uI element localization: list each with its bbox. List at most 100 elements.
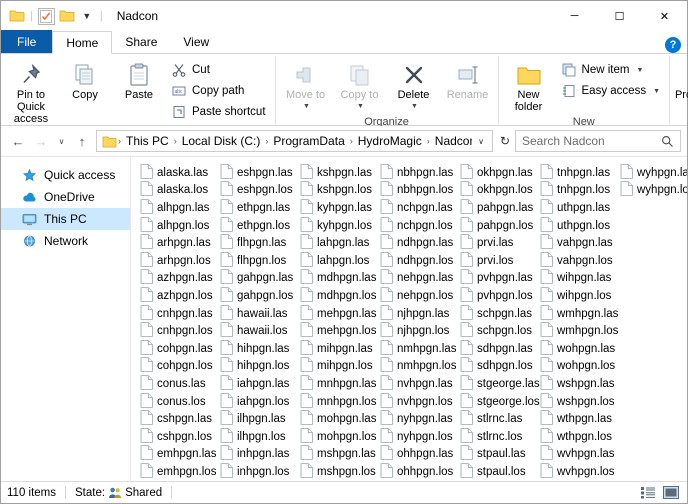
file-item[interactable]: kyhpgn.las	[297, 199, 377, 217]
file-item[interactable]: kyhpgn.los	[297, 216, 377, 235]
file-item[interactable]: ohhpgn.las	[377, 445, 457, 464]
file-item[interactable]: cshpgn.los	[137, 427, 217, 446]
file-item[interactable]: hihpgn.los	[217, 357, 297, 376]
file-item[interactable]: okhpgn.las	[457, 163, 537, 182]
file-item[interactable]: mehpgn.las	[297, 304, 377, 323]
file-item[interactable]: lahpgn.los	[297, 251, 377, 270]
file-item[interactable]: wyhpgn.los	[617, 181, 687, 200]
file-item[interactable]: pvhpgn.los	[457, 287, 537, 305]
file-item[interactable]: ohhpgn.los	[377, 463, 457, 481]
new-folder-icon[interactable]	[59, 8, 75, 24]
file-item[interactable]: sdhpgn.las	[457, 339, 537, 358]
properties-button[interactable]: Properties ▼	[673, 59, 688, 115]
address-input[interactable]: › This PC › Local Disk (C:) › ProgramDat…	[96, 130, 493, 152]
properties-icon[interactable]	[37, 7, 55, 25]
file-item[interactable]: mdhpgn.los	[297, 287, 377, 305]
file-item[interactable]: cohpgn.las	[137, 339, 217, 358]
file-item[interactable]: lahpgn.las	[297, 234, 377, 252]
file-item[interactable]: conus.las	[137, 375, 217, 393]
file-item[interactable]: flhpgn.las	[217, 234, 297, 252]
qat-chevron-down-icon[interactable]: ▼	[79, 8, 95, 24]
file-item[interactable]: ndhpgn.los	[377, 251, 457, 270]
breadcrumb-nadcon[interactable]: Nadcon	[431, 134, 472, 148]
search-box[interactable]	[515, 130, 681, 152]
file-item[interactable]: ilhpgn.los	[217, 427, 297, 446]
file-item[interactable]: mnhpgn.las	[297, 375, 377, 393]
file-item[interactable]: tnhpgn.los	[537, 181, 617, 200]
file-item[interactable]: flhpgn.los	[217, 251, 297, 270]
minimize-button[interactable]: ─	[552, 1, 597, 31]
cut-button[interactable]: Cut	[170, 60, 270, 80]
file-item[interactable]: azhpgn.los	[137, 287, 217, 305]
paste-button[interactable]: Paste	[112, 59, 166, 103]
file-item[interactable]: okhpgn.los	[457, 181, 537, 200]
file-item[interactable]: eshpgn.los	[217, 181, 297, 200]
file-item[interactable]: wshpgn.las	[537, 375, 617, 393]
file-item[interactable]: wihpgn.las	[537, 269, 617, 288]
sidebar-item-quick-access[interactable]: Quick access	[1, 164, 130, 186]
file-item[interactable]: mdhpgn.las	[297, 269, 377, 288]
move-to-button[interactable]: Move to ▼	[279, 59, 333, 115]
file-item[interactable]: kshpgn.las	[297, 163, 377, 182]
file-item[interactable]: iahpgn.las	[217, 375, 297, 393]
file-item[interactable]: schpgn.los	[457, 322, 537, 340]
file-item[interactable]: pvhpgn.las	[457, 269, 537, 288]
file-item[interactable]: iahpgn.los	[217, 392, 297, 411]
file-item[interactable]: ethpgn.los	[217, 216, 297, 235]
tab-view[interactable]: View	[170, 30, 222, 53]
maximize-button[interactable]: ☐	[597, 1, 642, 31]
file-item[interactable]: nmhpgn.los	[377, 357, 457, 376]
tab-file[interactable]: File	[1, 30, 53, 53]
sidebar-item-onedrive[interactable]: OneDrive	[1, 186, 130, 208]
file-item[interactable]: cnhpgn.las	[137, 304, 217, 323]
file-item[interactable]: cshpgn.las	[137, 410, 217, 428]
copy-path-button[interactable]: abc Copy path	[170, 81, 270, 101]
file-item[interactable]: alhpgn.los	[137, 216, 217, 235]
file-item[interactable]: wohpgn.los	[537, 357, 617, 376]
sidebar-item-this-pc[interactable]: This PC	[1, 208, 130, 230]
file-item[interactable]: uthpgn.las	[537, 199, 617, 217]
file-item[interactable]: nmhpgn.las	[377, 339, 457, 358]
folder-icon[interactable]	[9, 8, 25, 24]
file-item[interactable]: sdhpgn.los	[457, 357, 537, 376]
file-item[interactable]: azhpgn.las	[137, 269, 217, 288]
pin-to-quick-access-button[interactable]: Pin to Quick access	[4, 59, 58, 127]
tab-home[interactable]: Home	[52, 31, 113, 54]
file-item[interactable]: wohpgn.las	[537, 339, 617, 358]
file-item[interactable]: tnhpgn.las	[537, 163, 617, 182]
file-item[interactable]: nehpgn.los	[377, 287, 457, 305]
paste-shortcut-button[interactable]: Paste shortcut	[170, 102, 270, 122]
details-view-button[interactable]	[638, 484, 658, 502]
file-item[interactable]: nvhpgn.los	[377, 392, 457, 411]
file-item[interactable]: eshpgn.las	[217, 163, 297, 182]
file-item[interactable]: nbhpgn.las	[377, 163, 457, 182]
file-item[interactable]: wvhpgn.las	[537, 445, 617, 464]
file-item[interactable]: mohpgn.los	[297, 427, 377, 446]
file-item[interactable]: hawaii.las	[217, 304, 297, 323]
file-item[interactable]: hawaii.los	[217, 322, 297, 340]
file-item[interactable]: mehpgn.los	[297, 322, 377, 340]
file-item[interactable]: mshpgn.las	[297, 445, 377, 464]
file-item[interactable]: nyhpgn.las	[377, 410, 457, 428]
tab-share[interactable]: Share	[112, 30, 170, 53]
large-icons-view-button[interactable]	[661, 484, 681, 502]
back-button[interactable]: ←	[7, 130, 29, 152]
file-item[interactable]: arhpgn.los	[137, 251, 217, 270]
up-button[interactable]: ↑	[71, 130, 93, 152]
file-item[interactable]: nchpgn.las	[377, 199, 457, 217]
file-item[interactable]: wshpgn.los	[537, 392, 617, 411]
file-item[interactable]: prvi.los	[457, 251, 537, 270]
file-item[interactable]: cnhpgn.los	[137, 322, 217, 340]
breadcrumb-local-disk[interactable]: Local Disk (C:)	[178, 134, 265, 148]
file-item[interactable]: ethpgn.las	[217, 199, 297, 217]
delete-button[interactable]: Delete ▼	[387, 59, 441, 115]
copy-to-button[interactable]: Copy to ▼	[333, 59, 387, 115]
file-item[interactable]: mihpgn.las	[297, 339, 377, 358]
file-item[interactable]: arhpgn.las	[137, 234, 217, 252]
file-item[interactable]: inhpgn.las	[217, 445, 297, 464]
file-item[interactable]: gahpgn.los	[217, 287, 297, 305]
file-item[interactable]: stgeorge.las	[457, 375, 540, 393]
file-item[interactable]: vahpgn.los	[537, 251, 617, 270]
new-item-chevron-down-icon[interactable]: ▼	[636, 67, 643, 74]
file-item[interactable]: nvhpgn.las	[377, 375, 457, 393]
